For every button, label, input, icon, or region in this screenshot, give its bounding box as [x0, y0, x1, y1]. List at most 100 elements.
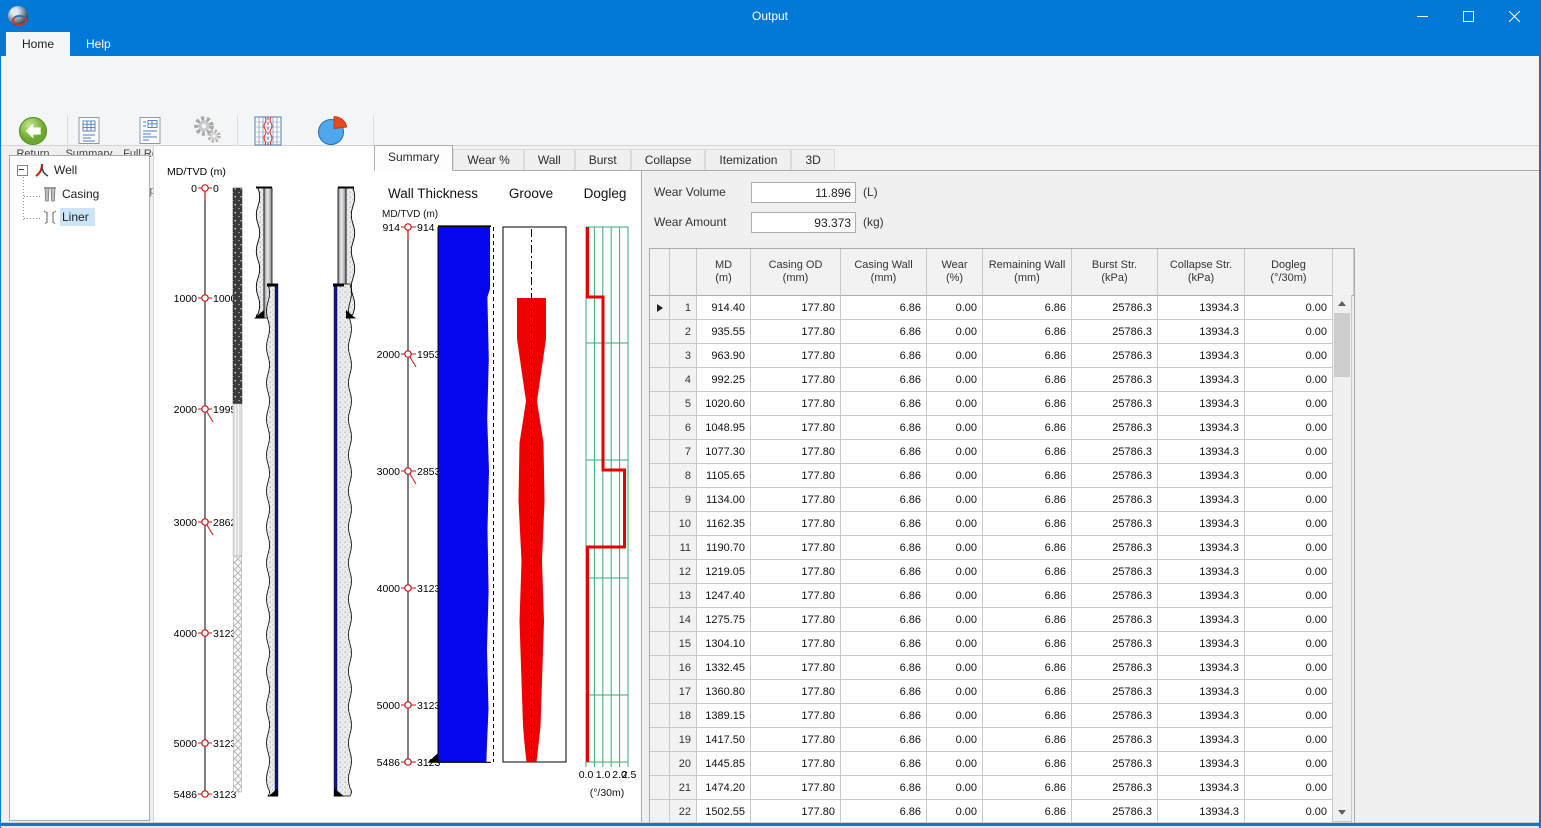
view-tab-wear-[interactable]: Wear % — [453, 149, 524, 170]
table-cell: 6.86 — [841, 368, 927, 392]
tab-home[interactable]: Home — [6, 32, 71, 56]
table-cell: 13934.3 — [1158, 632, 1245, 656]
svg-text:2000: 2000 — [377, 349, 401, 361]
view-tab-wall[interactable]: Wall — [523, 149, 575, 170]
table-cell: 6.86 — [841, 656, 927, 680]
table-cell: 177.80 — [751, 488, 841, 512]
table-cell: 25786.3 — [1072, 368, 1158, 392]
table-cell: 0.00 — [1245, 680, 1333, 704]
column-header: Dogleg (°/30m) — [1245, 249, 1333, 296]
table-cell: 6.86 — [983, 560, 1072, 584]
gears-icon — [190, 114, 224, 148]
table-row[interactable]: 10 1162.35 177.80 6.86 0.00 6.86 25786.3 13934.… — [650, 512, 1354, 536]
table-row[interactable]: 6 1048.95 177.80 6.86 0.00 6.86 25786.3 13934.3… — [650, 416, 1354, 440]
table-cell: 0.00 — [1245, 656, 1333, 680]
table-cell: 13934.3 — [1158, 416, 1245, 440]
table-row[interactable]: 11 1190.70 177.80 6.86 0.00 6.86 25786.3 13934.… — [650, 536, 1354, 560]
row-number-cell: 19 — [670, 728, 697, 752]
table-row[interactable]: 22 1502.55 177.80 6.86 0.00 6.86 25786.3 13934.… — [650, 800, 1354, 822]
table-row[interactable]: 3 963.90 177.80 6.86 0.00 6.86 25786.3 13934.3 0… — [650, 344, 1354, 368]
table-row[interactable]: 15 1304.10 177.80 6.86 0.00 6.86 25786.3 13934.… — [650, 632, 1354, 656]
column-header: Remaining Wall (mm) — [983, 249, 1072, 296]
collapse-expander-icon[interactable] — [17, 164, 28, 176]
table-row[interactable]: 19 1417.50 177.80 6.86 0.00 6.86 25786.3 13934.… — [650, 728, 1354, 752]
table-row[interactable]: 20 1445.85 177.80 6.86 0.00 6.86 25786.3 13934.… — [650, 752, 1354, 776]
view-tab-summary[interactable]: Summary — [374, 145, 454, 171]
wear-volume-field[interactable] — [751, 182, 856, 203]
row-number-cell: 12 — [670, 560, 697, 584]
table-cell: 914.40 — [697, 296, 751, 320]
view-tab-collapse[interactable]: Collapse — [630, 149, 706, 170]
tree-item-casing[interactable]: Casing — [42, 185, 99, 203]
table-cell: 6.86 — [841, 416, 927, 440]
tool-joint-grid-icon — [252, 114, 284, 148]
table-cell: 177.80 — [751, 608, 841, 632]
return-button[interactable]: Return — [5, 114, 61, 161]
table-cell: 6.86 — [983, 680, 1072, 704]
table-row[interactable]: 14 1275.75 177.80 6.86 0.00 6.86 25786.3 13934.… — [650, 608, 1354, 632]
table-cell: 6.86 — [983, 296, 1072, 320]
row-marker-cell — [650, 368, 670, 392]
scroll-down-button[interactable] — [1333, 804, 1351, 821]
table-row[interactable]: 8 1105.65 177.80 6.86 0.00 6.86 25786.3 13934.3… — [650, 464, 1354, 488]
column-header: Collapse Str. (kPa) — [1158, 249, 1245, 296]
table-row[interactable]: 13 1247.40 177.80 6.86 0.00 6.86 25786.3 13934.… — [650, 584, 1354, 608]
table-row[interactable]: 9 1134.00 177.80 6.86 0.00 6.86 25786.3 13934.3… — [650, 488, 1354, 512]
table-cell: 1105.65 — [697, 464, 751, 488]
table-cell: 6.86 — [841, 464, 927, 488]
table-cell: 13934.3 — [1158, 368, 1245, 392]
table-cell: 0.00 — [927, 656, 983, 680]
casing-liner-right-wall — [333, 186, 356, 797]
table-row[interactable]: 4 992.25 177.80 6.86 0.00 6.86 25786.3 13934.3 0… — [650, 368, 1354, 392]
scroll-up-button[interactable] — [1333, 295, 1351, 312]
view-tab-3d[interactable]: 3D — [791, 149, 835, 170]
tab-help[interactable]: Help — [70, 32, 127, 56]
well-schematic-drawing: MD/TVD (m)0 01000 10002000 19953000 28624000… — [167, 166, 356, 801]
drill-string-column — [232, 187, 243, 793]
table-cell: 6.86 — [841, 632, 927, 656]
row-number-cell: 1 — [670, 296, 697, 320]
view-tab-burst[interactable]: Burst — [574, 149, 631, 170]
table-cell: 13934.3 — [1158, 464, 1245, 488]
well-icon — [35, 163, 49, 177]
table-row[interactable]: 18 1389.15 177.80 6.86 0.00 6.86 25786.3 13934.… — [650, 704, 1354, 728]
table-cell: 25786.3 — [1072, 464, 1158, 488]
md-tvd-axis: MD/TVD (m)0 01000 10002000 19953000 28624000… — [167, 166, 237, 801]
table-cell: 6.86 — [983, 728, 1072, 752]
table-cell: 25786.3 — [1072, 632, 1158, 656]
maximize-button[interactable] — [1445, 0, 1491, 32]
close-button[interactable] — [1491, 0, 1537, 32]
table-cell: 13934.3 — [1158, 440, 1245, 464]
table-filler-header — [1333, 249, 1354, 296]
well-tree-panel: Well Casing Liner — [9, 155, 150, 821]
table-cell: 6.86 — [841, 704, 927, 728]
svg-text:1953: 1953 — [417, 349, 441, 361]
table-row[interactable]: 1 914.40 177.80 6.86 0.00 6.86 25786.3 13934.3 0… — [650, 296, 1354, 320]
table-cell: 0.00 — [927, 344, 983, 368]
table-row[interactable]: 17 1360.80 177.80 6.86 0.00 6.86 25786.3 13934.… — [650, 680, 1354, 704]
scrollbar-thumb[interactable] — [1334, 313, 1350, 377]
tree-item-well[interactable]: Well — [17, 162, 77, 178]
table-cell: 177.80 — [751, 656, 841, 680]
minimize-button[interactable] — [1399, 0, 1445, 32]
table-row[interactable]: 12 1219.05 177.80 6.86 0.00 6.86 25786.3 13934.… — [650, 560, 1354, 584]
summary-data-panel: Wear Volume (L) Wear Amount (kg) MD(m)Ca… — [642, 171, 1539, 822]
table-cell: 25786.3 — [1072, 704, 1158, 728]
wear-amount-field[interactable] — [751, 212, 856, 233]
view-tab-itemization[interactable]: Itemization — [705, 149, 792, 170]
table-cell: 25786.3 — [1072, 320, 1158, 344]
table-vertical-scrollbar[interactable] — [1332, 295, 1352, 822]
table-row[interactable]: 16 1332.45 177.80 6.86 0.00 6.86 25786.3 13934.… — [650, 656, 1354, 680]
table-cell: 0.00 — [1245, 776, 1333, 800]
table-row[interactable]: 2 935.55 177.80 6.86 0.00 6.86 25786.3 13934.3 0… — [650, 320, 1354, 344]
table-row[interactable]: 21 1474.20 177.80 6.86 0.00 6.86 25786.3 13934.… — [650, 776, 1354, 800]
table-cell: 0.00 — [927, 464, 983, 488]
table-cell: 25786.3 — [1072, 560, 1158, 584]
table-row[interactable]: 5 1020.60 177.80 6.86 0.00 6.86 25786.3 13934.3… — [650, 392, 1354, 416]
tree-item-liner[interactable]: Liner — [42, 207, 95, 227]
table-row[interactable]: 7 1077.30 177.80 6.86 0.00 6.86 25786.3 13934.3… — [650, 440, 1354, 464]
table-cell: 13934.3 — [1158, 680, 1245, 704]
row-marker-cell — [650, 392, 670, 416]
svg-text:3000: 3000 — [377, 466, 401, 478]
ribbon: Return Summary Report — [1, 56, 1539, 197]
